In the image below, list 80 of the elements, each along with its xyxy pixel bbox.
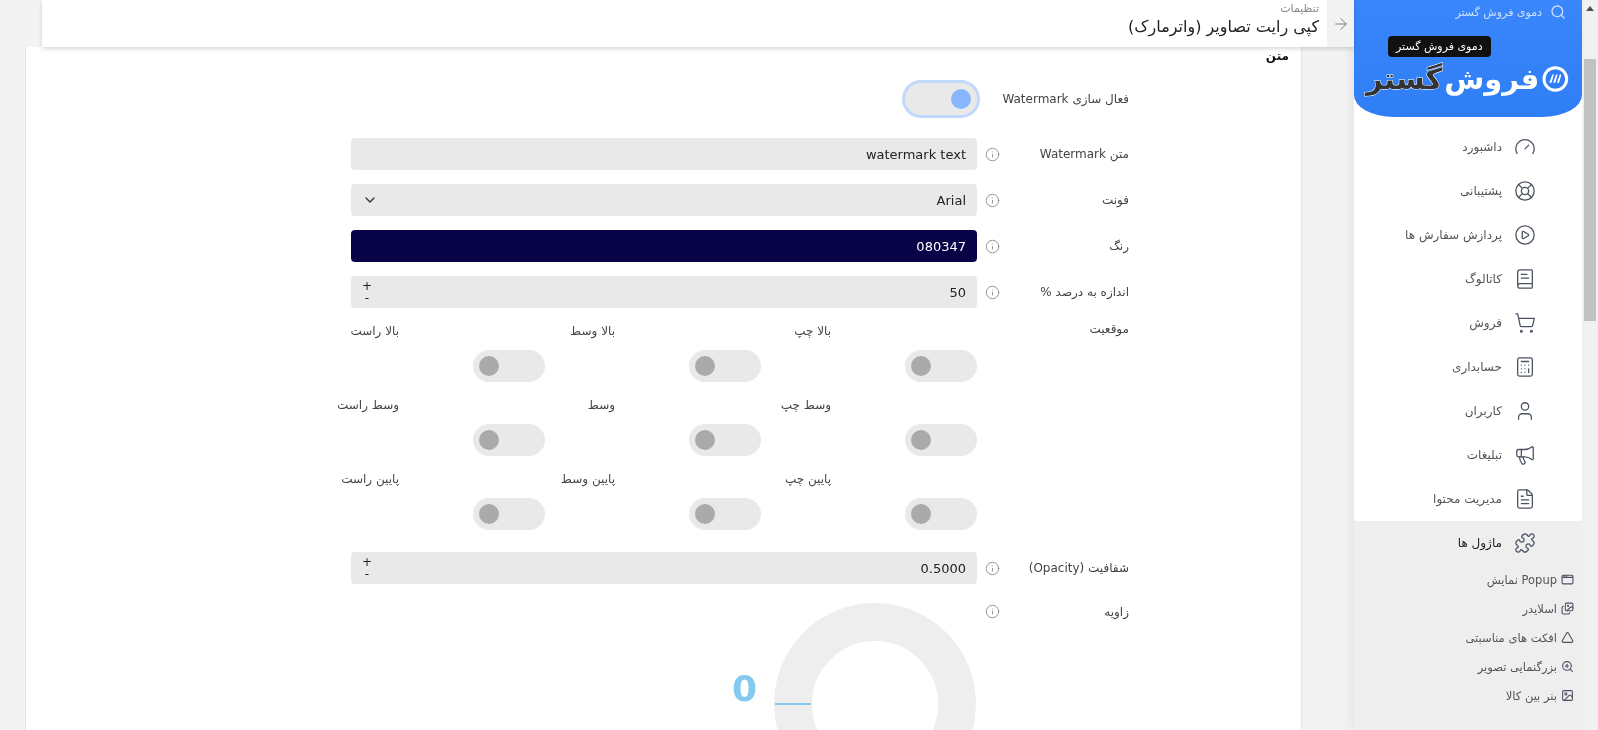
toggle-switch[interactable] [689,498,761,530]
sidebar-item[interactable]: ماژول ها [1354,521,1582,565]
position-label: وسط راست [336,397,399,414]
position-label: وسط [587,397,615,414]
position-label: بالا وسط [570,323,615,340]
toggle-switch[interactable] [473,350,545,382]
puzzle-icon [1514,532,1536,554]
info-icon[interactable] [985,284,1000,300]
logo-text: گستر [1366,62,1443,96]
play-icon [1514,224,1536,246]
color-input[interactable]: 080347 [351,230,977,262]
submenu-item[interactable]: بزرگنمایی تصویر [1354,652,1582,681]
info-icon[interactable] [985,604,1000,619]
font-select[interactable]: Arial [351,184,977,216]
back-button[interactable] [1327,0,1354,47]
toggle-switch[interactable] [905,350,977,382]
angle-value: 0 [731,668,757,709]
breadcrumb: تنظیمات [1279,2,1319,15]
field-label: شفافیت (Opacity) [1028,561,1129,575]
toggle-switch[interactable] [473,424,545,456]
megaphone-icon [1514,444,1536,466]
cart-icon [1514,312,1536,334]
sidebar-item[interactable]: مدیریت محتوا [1354,477,1582,521]
toggle-switch[interactable] [905,424,977,456]
zoom-in-icon [1561,660,1574,673]
text-input[interactable]: watermark text [351,138,977,170]
decrement-button[interactable]: - [362,568,373,580]
submenu-item[interactable]: افکت های مناسبتی [1354,623,1582,652]
field-label: فعال سازی Watermark [1002,92,1129,106]
toggle-switch[interactable] [905,83,977,115]
field-label: اندازه به درصد % [1040,285,1129,299]
field-label: فونت [1101,193,1129,207]
position-label: پایین راست [341,471,399,488]
toggle-switch[interactable] [905,498,977,530]
info-icon[interactable] [985,560,1000,576]
position-label: بالا چپ [794,323,831,340]
increment-button[interactable]: + [362,556,373,568]
sidebar-item[interactable]: پردازش سفارش ها [1354,213,1582,257]
image-icon [1561,689,1574,702]
field-label: رنگ [1109,239,1129,253]
search-label: دموی فروش گستر [1455,5,1542,19]
submenu-item[interactable]: اسلایدر [1354,594,1582,623]
section-title: متن [1264,49,1289,65]
lifebuoy-icon [1514,180,1536,202]
field-label: موقعیت [1089,322,1129,336]
tooltip: دموی فروش گستر [1388,36,1491,57]
logo-text: فروش [1444,62,1540,96]
info-icon[interactable] [985,238,1000,254]
decrement-button[interactable]: - [362,292,373,304]
toggle-switch[interactable] [689,424,761,456]
info-icon[interactable] [985,146,1000,162]
number-input[interactable]: 0.5000 + - [351,552,977,584]
sidebar-item[interactable]: کاتالوگ [1354,257,1582,301]
page-title: کپی رایت تصاویر (واترمارک) [1128,17,1319,36]
sidebar-item[interactable]: داشبورد [1354,125,1582,169]
submenu-item[interactable]: Popup نمایش [1354,565,1582,594]
toggle-switch[interactable] [473,498,545,530]
sidebar-item[interactable]: تبلیغات [1354,433,1582,477]
sidebar-item[interactable]: حسابداری [1354,345,1582,389]
sidebar-item[interactable]: فروش [1354,301,1582,345]
field-label: زاویه [1104,604,1129,619]
triangle-icon [1561,631,1574,644]
search-icon[interactable] [1550,4,1566,20]
submenu-item[interactable]: بنر بین کالا [1354,681,1582,710]
sidebar-item[interactable]: کاربران [1354,389,1582,433]
number-input[interactable]: 50 + - [351,276,977,308]
window-icon [1561,573,1574,586]
calculator-icon [1514,356,1536,378]
toggle-switch[interactable] [689,350,761,382]
sidebar-item[interactable]: پشتیبانی [1354,169,1582,213]
position-label: بالا راست [350,323,399,340]
field-label: متن Watermark [1039,147,1129,161]
book-icon [1514,268,1536,290]
position-label: پایین وسط [560,471,615,488]
position-label: پایین چپ [784,471,831,488]
document-icon [1514,488,1536,510]
images-icon [1561,602,1574,615]
increment-button[interactable]: + [362,280,373,292]
position-label: وسط چپ [780,397,831,414]
info-icon[interactable] [985,192,1000,208]
